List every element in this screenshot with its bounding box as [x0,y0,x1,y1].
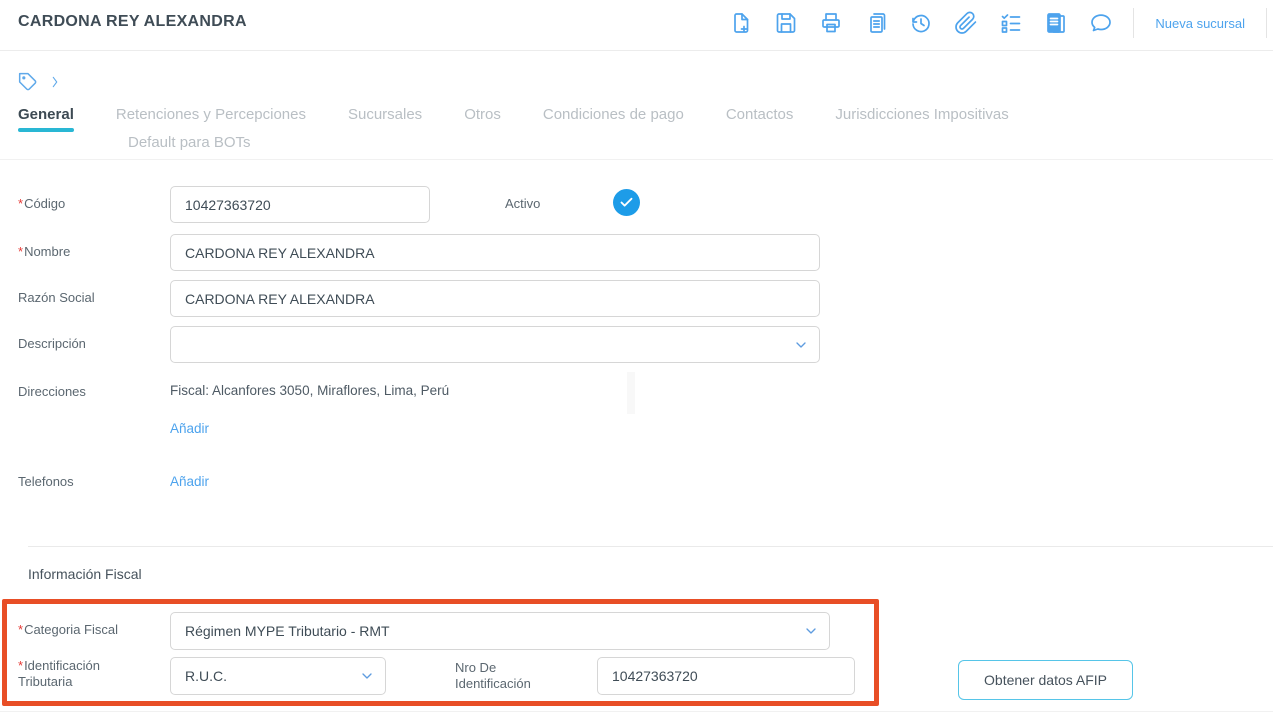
identificacion-tributaria-select[interactable]: R.U.C. [170,657,386,695]
nro-identificacion-input[interactable] [597,657,855,695]
informacion-fiscal-title: Información Fiscal [28,566,142,582]
supplier-detail-page: CARDONA REY ALEXANDRA Nueva sucursal Gen… [0,0,1273,716]
identificacion-tributaria-label: IdentificaciónTributaria [18,658,100,690]
breadcrumb [18,72,62,92]
add-telefono-link[interactable]: Añadir [170,474,209,489]
chevron-down-icon [793,337,809,353]
header-divider [0,50,1273,51]
nombre-label: Nombre [18,244,70,259]
toolbar: Nueva sucursal [728,8,1267,38]
nro-identificacion-label: Nro De Identificación [455,660,531,691]
new-branch-link[interactable]: Nueva sucursal [1153,16,1247,31]
history-icon[interactable] [908,10,934,36]
razon-social-label: Razón Social [18,290,95,305]
tab-default-para-bots[interactable]: Default para BOTs [128,134,251,160]
print-icon[interactable] [818,10,844,36]
codigo-input[interactable] [170,186,430,223]
tab-retenciones-y-percepciones[interactable]: Retenciones y Percepciones [116,106,306,132]
tab-bar: General Retenciones y Percepciones Sucur… [18,106,1268,160]
tab-sucursales[interactable]: Sucursales [348,106,422,132]
attachment-icon[interactable] [953,10,979,36]
tag-icon[interactable] [18,72,38,92]
toolbar-divider [1266,8,1267,38]
tab-contactos[interactable]: Contactos [726,106,794,132]
telefonos-label: Telefonos [18,474,74,489]
page-title: CARDONA REY ALEXANDRA [18,13,247,30]
tab-general[interactable]: General [18,106,74,132]
checklist-icon[interactable] [998,10,1024,36]
direccion-fiscal-text: Fiscal: Alcanfores 3050, Miraflores, Lim… [170,383,450,398]
new-document-icon[interactable] [728,10,754,36]
categoria-fiscal-value: Régimen MYPE Tributario - RMT [185,623,390,639]
descripcion-select[interactable] [170,326,820,363]
duplicate-icon[interactable] [863,10,889,36]
chevron-right-icon [48,74,62,90]
toolbar-divider [1133,8,1135,38]
tab-otros[interactable]: Otros [464,106,501,132]
scroll-hint-bar [627,372,635,414]
activo-checkbox[interactable] [613,189,640,216]
save-icon[interactable] [773,10,799,36]
categoria-fiscal-label: Categoria Fiscal [18,622,118,637]
section-divider [28,546,1273,547]
codigo-label: Código [18,196,65,211]
chevron-down-icon [803,623,819,639]
obtener-datos-afip-button[interactable]: Obtener datos AFIP [958,660,1133,700]
add-direccion-link[interactable]: Añadir [170,421,209,436]
activo-label: Activo [505,196,541,211]
chevron-down-icon [359,668,375,684]
direcciones-label: Direcciones [18,384,86,399]
comment-icon[interactable] [1088,10,1114,36]
descripcion-label: Descripción [18,336,86,351]
nombre-input[interactable] [170,234,820,271]
tabs-divider [0,159,1273,160]
identificacion-tributaria-value: R.U.C. [185,668,227,684]
journal-icon[interactable] [1043,10,1069,36]
tab-condiciones-de-pago[interactable]: Condiciones de pago [543,106,684,132]
tab-jurisdicciones-impositivas[interactable]: Jurisdicciones Impositivas [835,106,1008,132]
bottom-divider [0,711,1273,712]
razon-social-input[interactable] [170,280,820,317]
categoria-fiscal-select[interactable]: Régimen MYPE Tributario - RMT [170,612,830,650]
